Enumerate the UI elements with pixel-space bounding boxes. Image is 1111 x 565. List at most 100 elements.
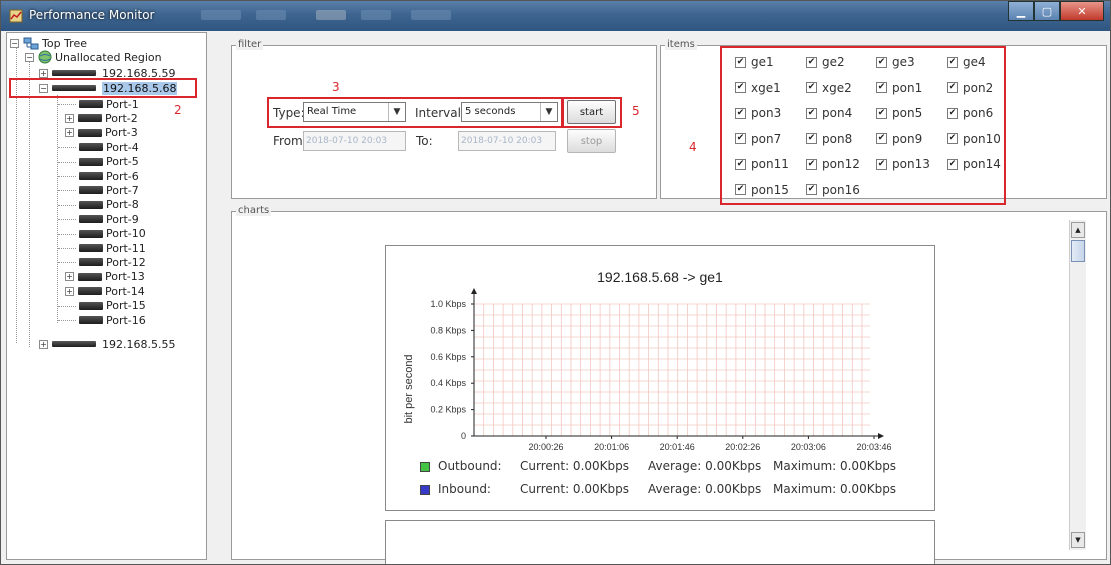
close-button[interactable]: ✕: [1060, 1, 1104, 21]
checkbox-checked-icon[interactable]: ✔: [876, 82, 887, 93]
start-button[interactable]: start: [567, 100, 616, 124]
tree-node-port[interactable]: Port-9: [58, 212, 139, 226]
outbound-maximum: Maximum: 0.00Kbps: [773, 459, 897, 473]
item-checkbox-pon8[interactable]: ✔ pon8: [806, 132, 852, 146]
checkbox-checked-icon[interactable]: ✔: [947, 82, 958, 93]
tree-node-port[interactable]: Port-15: [58, 299, 146, 313]
item-checkbox-pon5[interactable]: ✔ pon5: [876, 106, 922, 120]
tree-node-port[interactable]: Port-5: [58, 155, 139, 169]
item-checkbox-pon7[interactable]: ✔ pon7: [735, 132, 781, 146]
scroll-up-icon[interactable]: ▲: [1071, 222, 1085, 238]
maximize-button[interactable]: ▢: [1034, 1, 1060, 21]
tree-node-port[interactable]: + Port-2: [65, 111, 138, 125]
chevron-down-icon[interactable]: ▼: [388, 103, 405, 121]
expand-icon[interactable]: +: [65, 286, 74, 296]
item-checkbox-pon15[interactable]: ✔ pon15: [735, 183, 789, 197]
item-label: pon9: [892, 131, 923, 146]
expand-icon[interactable]: +: [39, 68, 48, 78]
checkbox-checked-icon[interactable]: ✔: [947, 56, 958, 68]
type-select[interactable]: Real Time ▼: [303, 102, 406, 122]
inbound-legend-swatch: [420, 485, 430, 495]
item-checkbox-pon3[interactable]: ✔ pon3: [735, 106, 781, 120]
globe-icon: [38, 50, 52, 64]
collapse-icon[interactable]: −: [10, 38, 19, 48]
item-checkbox-ge1[interactable]: ✔ ge1: [735, 55, 774, 69]
inbound-average: Average: 0.00Kbps: [648, 482, 762, 496]
checkbox-checked-icon[interactable]: ✔: [876, 107, 887, 119]
checkbox-checked-icon[interactable]: ✔: [806, 158, 817, 170]
port-icon: [79, 301, 103, 310]
checkbox-checked-icon[interactable]: ✔: [876, 56, 887, 68]
item-checkbox-pon9[interactable]: ✔ pon9: [876, 132, 922, 146]
from-date-field[interactable]: 2018-07-10 20:03: [303, 131, 406, 151]
tree-node-port[interactable]: + Port-3: [65, 126, 138, 140]
tree-node-port[interactable]: + Port-14: [65, 284, 145, 298]
item-checkbox-pon12[interactable]: ✔ pon12: [806, 157, 860, 171]
item-checkbox-pon16[interactable]: ✔ pon16: [806, 183, 860, 197]
checkbox-checked-icon[interactable]: ✔: [947, 158, 958, 170]
tree-node-port[interactable]: Port-8: [58, 198, 139, 212]
checkbox-checked-icon[interactable]: ✔: [735, 107, 746, 119]
tree-node-port[interactable]: Port-7: [58, 183, 139, 197]
checkbox-checked-icon[interactable]: ✔: [876, 133, 887, 144]
item-checkbox-pon11[interactable]: ✔ pon11: [735, 157, 789, 171]
tree-node-port[interactable]: + Port-13: [65, 270, 145, 284]
expand-icon[interactable]: +: [65, 272, 74, 282]
checkbox-checked-icon[interactable]: ✔: [806, 107, 817, 119]
tree-node-port[interactable]: Port-1: [58, 97, 139, 111]
checkbox-checked-icon[interactable]: ✔: [735, 184, 746, 195]
checkbox-checked-icon[interactable]: ✔: [947, 133, 958, 144]
scrollbar-thumb[interactable]: [1071, 240, 1085, 262]
item-checkbox-pon13[interactable]: ✔ pon13: [876, 157, 930, 171]
item-checkbox-ge4[interactable]: ✔ ge4: [947, 55, 986, 69]
annotation-number: 4: [689, 140, 697, 154]
expand-icon[interactable]: +: [39, 339, 48, 349]
tree-node-port[interactable]: Port-4: [58, 140, 139, 154]
tree-label: Port-15: [106, 299, 146, 313]
checkbox-checked-icon[interactable]: ✔: [735, 158, 746, 170]
item-checkbox-pon6[interactable]: ✔ pon6: [947, 106, 993, 120]
tree-node-device[interactable]: + 192.168.5.55: [39, 337, 175, 351]
tree-node-port[interactable]: Port-6: [58, 169, 139, 183]
item-checkbox-ge3[interactable]: ✔ ge3: [876, 55, 915, 69]
checkbox-checked-icon[interactable]: ✔: [806, 82, 817, 93]
tree-node-region[interactable]: − Unallocated Region: [25, 50, 162, 64]
checkbox-checked-icon[interactable]: ✔: [735, 133, 746, 144]
tree-label: Top Tree: [42, 36, 87, 50]
expand-icon[interactable]: +: [65, 128, 74, 138]
charts-scrollbar[interactable]: ▲ ▼: [1069, 220, 1086, 550]
checkbox-checked-icon[interactable]: ✔: [735, 82, 746, 93]
item-checkbox-xge1[interactable]: ✔ xge1: [735, 81, 781, 95]
checkbox-checked-icon[interactable]: ✔: [806, 184, 817, 195]
checkbox-checked-icon[interactable]: ✔: [735, 56, 746, 68]
item-checkbox-pon10[interactable]: ✔ pon10: [947, 132, 1001, 146]
checkbox-checked-icon[interactable]: ✔: [947, 107, 958, 119]
minimize-button[interactable]: ▁: [1008, 1, 1034, 21]
tree-node-port[interactable]: Port-16: [58, 313, 146, 327]
checkbox-checked-icon[interactable]: ✔: [806, 56, 817, 68]
tree-label: Port-2: [105, 111, 138, 125]
y-tick-label: 0: [461, 431, 466, 441]
tree-node-port[interactable]: Port-10: [58, 227, 146, 241]
tree-line: [58, 320, 76, 321]
chevron-down-icon[interactable]: ▼: [540, 103, 557, 121]
stop-button[interactable]: stop: [567, 129, 616, 153]
tree-node-port[interactable]: Port-11: [58, 241, 146, 255]
item-checkbox-pon14[interactable]: ✔ pon14: [947, 157, 1001, 171]
item-checkbox-pon4[interactable]: ✔ pon4: [806, 106, 852, 120]
port-icon: [78, 128, 102, 137]
item-checkbox-pon1[interactable]: ✔ pon1: [876, 81, 922, 95]
to-date-field[interactable]: 2018-07-10 20:03: [458, 131, 556, 151]
expand-icon[interactable]: +: [65, 113, 74, 123]
interval-select[interactable]: 5 seconds ▼: [461, 102, 558, 122]
collapse-icon[interactable]: −: [25, 52, 34, 62]
item-checkbox-xge2[interactable]: ✔ xge2: [806, 81, 852, 95]
checkbox-checked-icon[interactable]: ✔: [876, 158, 887, 170]
tree-node-root[interactable]: − Top Tree: [10, 36, 87, 50]
checkbox-checked-icon[interactable]: ✔: [806, 133, 817, 144]
outbound-legend-swatch: [420, 462, 430, 472]
item-checkbox-ge2[interactable]: ✔ ge2: [806, 55, 845, 69]
tree-node-port[interactable]: Port-12: [58, 255, 146, 269]
item-checkbox-pon2[interactable]: ✔ pon2: [947, 81, 993, 95]
scroll-down-icon[interactable]: ▼: [1071, 532, 1085, 548]
